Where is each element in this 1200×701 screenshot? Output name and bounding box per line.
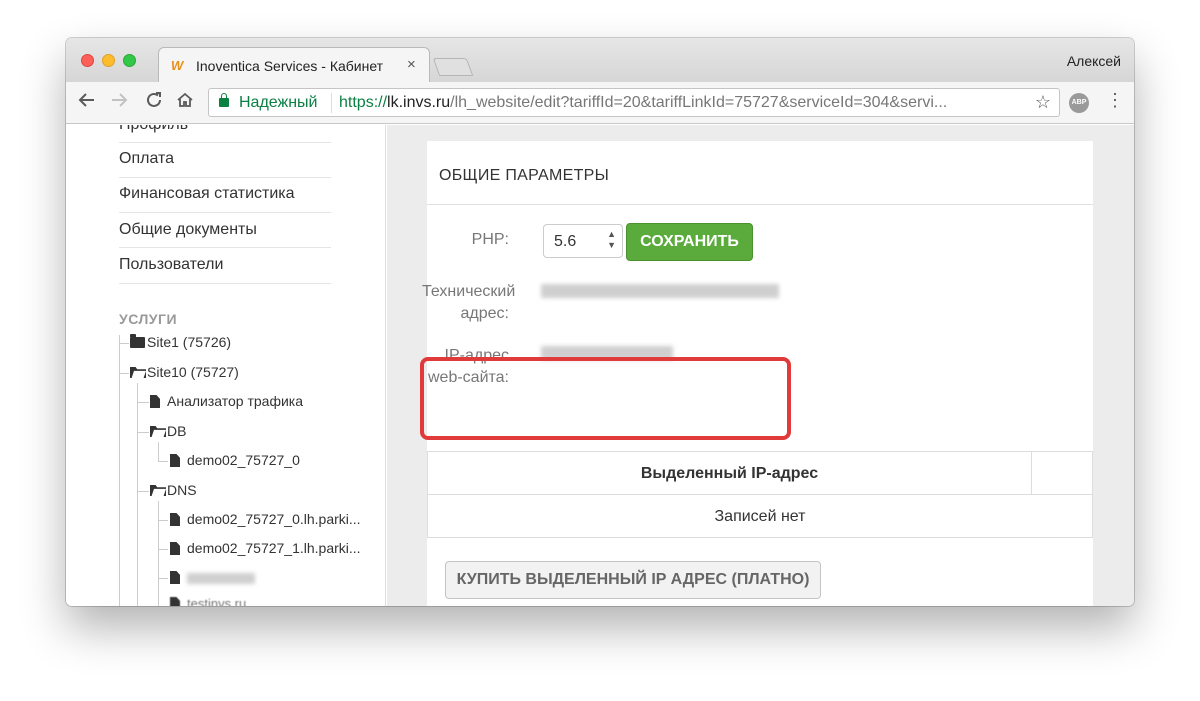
services-section-title: УСЛУГИ — [119, 311, 178, 327]
sidebar-item-finance-stats[interactable]: Финансовая статистика — [119, 184, 331, 204]
tree-line — [137, 383, 138, 606]
tree-item-dns[interactable]: DNS — [150, 481, 197, 499]
tree-label: demo02_75727_1.lh.parki... — [187, 540, 361, 556]
select-arrows-icon: ▲ ▼ — [607, 229, 616, 250]
profile-name[interactable]: Алексей — [1067, 53, 1121, 69]
tree-label: Site10 (75727) — [147, 364, 239, 380]
bookmark-star-icon[interactable]: ☆ — [1035, 92, 1051, 113]
tree-line — [158, 520, 168, 521]
highlight-box — [420, 357, 791, 440]
divider — [119, 212, 331, 213]
divider — [119, 283, 331, 284]
browser-toolbar: Надежный https://lk.invs.ru/lh_website/e… — [66, 82, 1134, 124]
home-icon[interactable] — [176, 91, 194, 114]
browser-window: W Inoventica Services - Кабинет × Алексе… — [66, 38, 1134, 606]
new-tab-button[interactable] — [432, 58, 474, 76]
folder-open-icon — [150, 426, 166, 437]
divider — [119, 142, 331, 143]
table-empty-row: Записей нет — [714, 508, 806, 525]
tree-item-partial[interactable]: testinvs.ru — [170, 595, 246, 606]
sidebar-item-documents[interactable]: Общие документы — [119, 220, 331, 240]
tree-item-site1[interactable]: Site1 (75726) — [130, 333, 231, 351]
url-text[interactable]: https://lk.invs.ru/lh_website/edit?tarif… — [339, 94, 1024, 112]
forward-arrow-icon[interactable] — [110, 91, 128, 114]
tree-line — [158, 549, 168, 550]
file-icon — [170, 542, 180, 555]
tree-label: Анализатор трафика — [167, 393, 304, 409]
table-header-actions — [1032, 452, 1092, 495]
divider — [427, 204, 1093, 205]
divider — [119, 177, 331, 178]
folder-open-icon — [150, 485, 166, 496]
lock-icon — [219, 93, 229, 107]
tree-line — [158, 578, 168, 579]
url-path: /lh_website/edit?tariffId=20&tariffLinkI… — [450, 94, 948, 111]
php-label: PHP: — [471, 231, 509, 248]
tech-address-value-redacted — [541, 284, 779, 298]
file-icon — [170, 513, 180, 526]
table-header: Выделенный IP-адрес — [428, 452, 1032, 495]
browser-tab-active[interactable]: W Inoventica Services - Кабинет × — [158, 47, 430, 83]
reload-icon[interactable] — [145, 91, 163, 114]
url-divider — [331, 93, 332, 113]
main-content: ОБЩИЕ ПАРАМЕТРЫ PHP: 5.6 ▲ ▼ СОХРАНИТЬ Те… — [387, 125, 1134, 606]
menu-kebab-icon[interactable]: ⋮ — [1106, 90, 1124, 111]
php-version-value: 5.6 — [554, 233, 577, 250]
folder-icon — [130, 334, 145, 348]
minimize-window-button[interactable] — [102, 54, 115, 67]
save-button[interactable]: СОХРАНИТЬ — [626, 223, 753, 261]
dedicated-ip-table: Выделенный IP-адрес Записей нет — [427, 451, 1093, 538]
redacted-text — [187, 572, 255, 584]
buy-dedicated-ip-button[interactable]: КУПИТЬ ВЫДЕЛЕННЫЙ IP АДРЕС (ПЛАТНО) — [445, 561, 821, 599]
tree-item-site10[interactable]: Site10 (75727) — [130, 363, 239, 381]
back-arrow-icon[interactable] — [78, 91, 96, 114]
close-window-button[interactable] — [81, 54, 94, 67]
favicon-icon: W — [171, 58, 183, 73]
tree-line — [137, 402, 149, 403]
url-host: lk.invs.ru — [387, 94, 451, 111]
tree-label: DNS — [167, 482, 197, 498]
tree-label: demo02_75727_0.lh.parki... — [187, 511, 361, 527]
sidebar-item-users[interactable]: Пользователи — [119, 255, 331, 275]
tree-label: demo02_75727_0 — [187, 452, 300, 468]
section-title: ОБЩИЕ ПАРАМЕТРЫ — [439, 167, 610, 184]
secure-label: Надежный — [239, 94, 318, 111]
tree-line — [119, 373, 129, 374]
tech-address-label: Технический адрес: — [422, 283, 516, 322]
adblock-plus-icon[interactable]: ABP — [1069, 93, 1089, 113]
tree-line — [158, 461, 168, 462]
tree-item-db-demo02[interactable]: demo02_75727_0 — [170, 451, 300, 469]
tree-line — [119, 335, 120, 606]
tree-label: testinvs.ru — [187, 596, 247, 606]
tree-line — [158, 442, 159, 462]
maximize-window-button[interactable] — [123, 54, 136, 67]
file-icon — [170, 597, 180, 606]
sidebar-item-payment[interactable]: Оплата — [119, 149, 331, 169]
tree-item-dns-record-redacted[interactable] — [170, 568, 255, 586]
tree-item-db[interactable]: DB — [150, 422, 186, 440]
tree-line — [137, 491, 149, 492]
tree-label: DB — [167, 423, 187, 439]
tab-title: Inoventica Services - Кабинет — [196, 58, 384, 74]
tree-item-dns-record-1[interactable]: demo02_75727_1.lh.parki... — [170, 539, 361, 557]
tree-line — [119, 343, 129, 344]
file-icon — [170, 454, 180, 467]
sidebar: Профиль Оплата Финансовая статистика Общ… — [66, 125, 386, 606]
sidebar-item-profile[interactable]: Профиль — [119, 125, 331, 135]
divider — [119, 247, 331, 248]
folder-open-icon — [130, 367, 146, 378]
url-scheme: https:// — [339, 94, 388, 111]
tree-item-dns-record-0[interactable]: demo02_75727_0.lh.parki... — [170, 510, 361, 528]
tab-close-icon[interactable]: × — [407, 56, 416, 73]
tree-line — [137, 432, 149, 433]
tree-line — [158, 501, 159, 606]
tree-item-traffic-analyzer[interactable]: Анализатор трафика — [150, 392, 303, 410]
tree-label: Site1 (75726) — [147, 334, 232, 350]
tab-strip: W Inoventica Services - Кабинет × Алексе… — [66, 38, 1134, 83]
php-version-select[interactable]: 5.6 ▲ ▼ — [543, 224, 623, 258]
file-icon — [170, 571, 180, 584]
file-icon — [150, 395, 160, 408]
address-bar[interactable]: Надежный https://lk.invs.ru/lh_website/e… — [208, 88, 1060, 117]
